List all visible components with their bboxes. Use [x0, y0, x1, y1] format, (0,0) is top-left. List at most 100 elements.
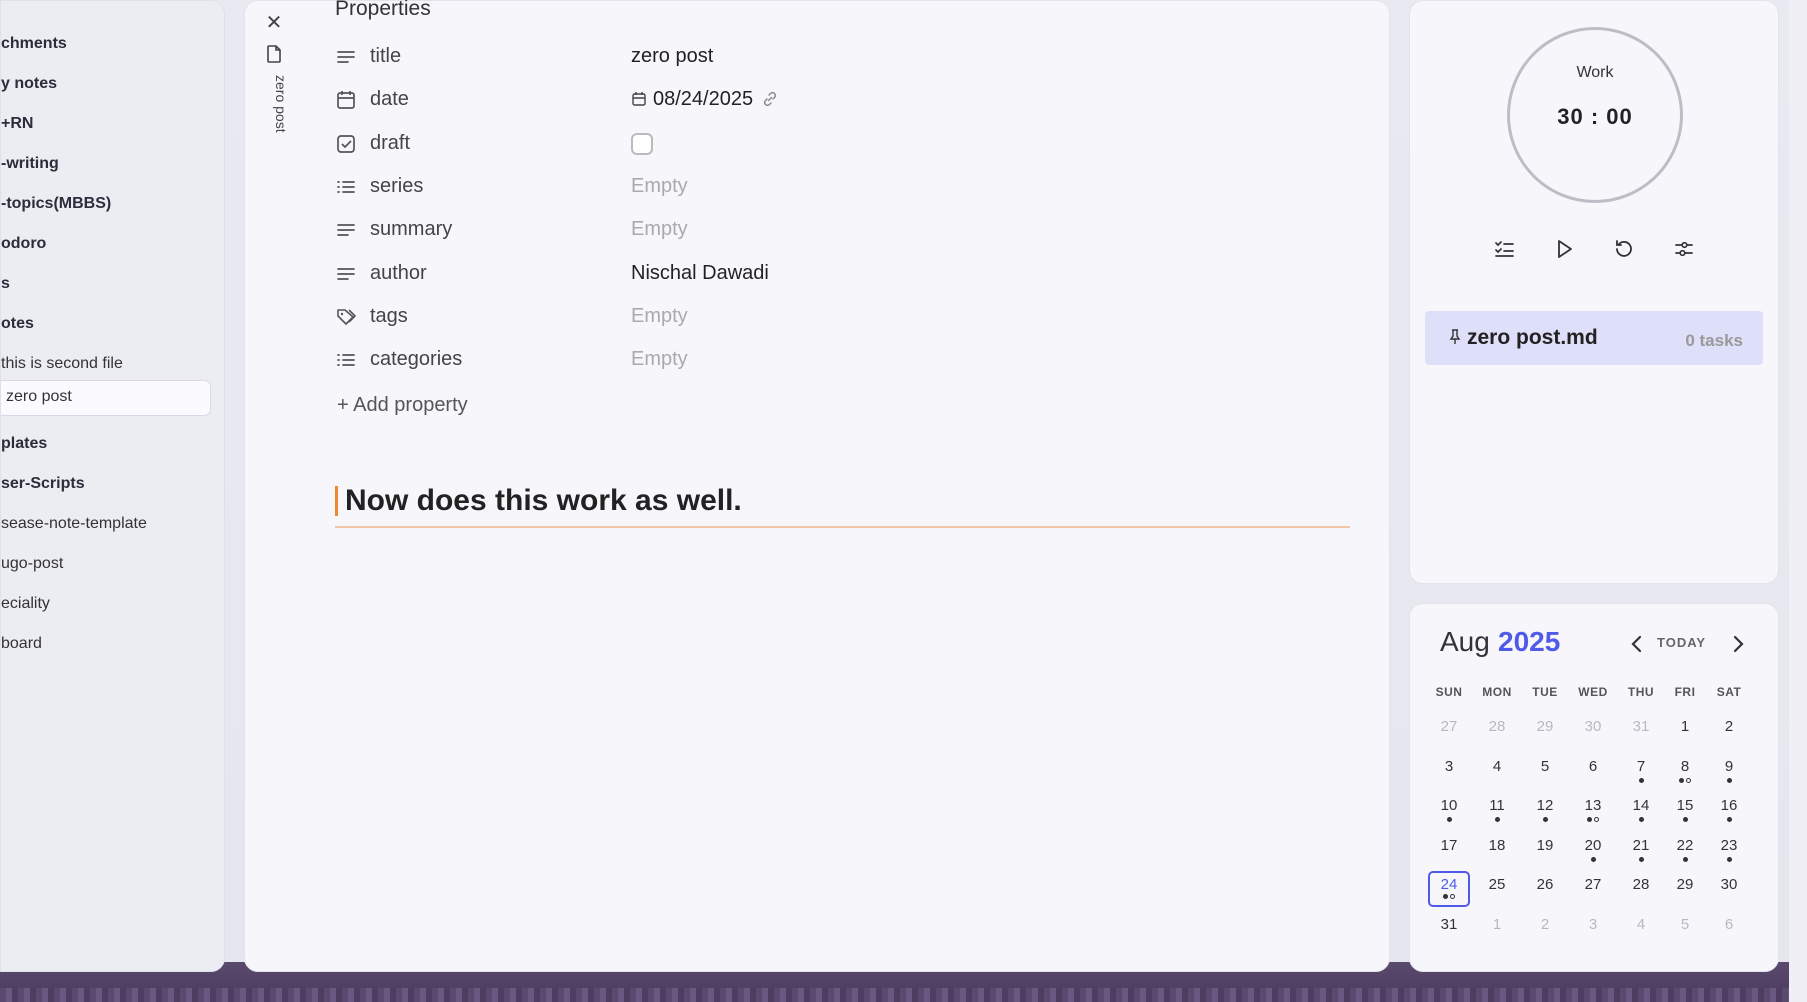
- sidebar-item[interactable]: odoro: [1, 235, 46, 253]
- active-task-file[interactable]: zero post.md 0 tasks: [1425, 311, 1763, 365]
- weekday-header: SAT: [1716, 685, 1742, 699]
- calendar-day[interactable]: 2: [1524, 911, 1566, 947]
- property-value[interactable]: Empty: [631, 305, 688, 328]
- calendar-day[interactable]: 27: [1572, 871, 1614, 907]
- property-value-date[interactable]: 08/24/2025: [631, 88, 779, 111]
- day-number: 24: [1440, 876, 1458, 893]
- calendar-day[interactable]: 4: [1476, 753, 1518, 789]
- sidebar-item[interactable]: plates: [1, 435, 47, 453]
- calendar-day[interactable]: 10: [1428, 792, 1470, 828]
- day-number: 3: [1444, 757, 1454, 775]
- filled-dot: [1446, 817, 1452, 822]
- property-row-series: series Empty: [335, 170, 1035, 204]
- calendar-day[interactable]: 13: [1572, 792, 1614, 828]
- task-list-icon[interactable]: [1490, 235, 1518, 263]
- calendar-day[interactable]: 2: [1708, 713, 1750, 749]
- chevron-right-icon[interactable]: [1728, 632, 1748, 656]
- date-value: 08/24/2025: [653, 88, 754, 111]
- property-value[interactable]: Empty: [631, 175, 688, 198]
- property-key[interactable]: title: [370, 45, 401, 68]
- calendar-day[interactable]: 26: [1524, 871, 1566, 907]
- calendar-day[interactable]: 15: [1664, 792, 1706, 828]
- vertical-tab[interactable]: ✕ zero post: [259, 11, 289, 171]
- calendar-day[interactable]: 30: [1708, 871, 1750, 907]
- property-key[interactable]: series: [370, 175, 423, 198]
- property-key[interactable]: tags: [370, 305, 408, 328]
- play-icon[interactable]: [1550, 235, 1578, 263]
- sidebar-item[interactable]: sease-note-template: [1, 515, 147, 533]
- settings-sliders-icon[interactable]: [1670, 235, 1698, 263]
- calendar-day[interactable]: 27: [1428, 713, 1470, 749]
- property-value[interactable]: Empty: [631, 218, 688, 241]
- calendar-day[interactable]: 1: [1476, 911, 1518, 947]
- calendar-day[interactable]: 31: [1428, 911, 1470, 947]
- calendar-day[interactable]: 29: [1524, 713, 1566, 749]
- sidebar-item[interactable]: otes: [1, 315, 34, 333]
- calendar-day[interactable]: 9: [1708, 753, 1750, 789]
- reset-icon[interactable]: [1610, 235, 1638, 263]
- property-key[interactable]: draft: [370, 132, 410, 155]
- calendar-day[interactable]: 23: [1708, 832, 1750, 868]
- calendar-day[interactable]: 5: [1524, 753, 1566, 789]
- calendar-day[interactable]: 22: [1664, 832, 1706, 868]
- sidebar-item[interactable]: this is second file: [1, 355, 123, 373]
- calendar-day[interactable]: 16: [1708, 792, 1750, 828]
- add-property-button[interactable]: + Add property: [337, 394, 468, 417]
- property-key[interactable]: categories: [370, 348, 462, 371]
- calendar-day[interactable]: 1: [1664, 713, 1706, 749]
- calendar-day[interactable]: 3: [1428, 753, 1470, 789]
- calendar-day[interactable]: 5: [1664, 911, 1706, 947]
- chevron-left-icon[interactable]: [1627, 632, 1647, 656]
- sidebar-item[interactable]: ser-Scripts: [1, 475, 85, 493]
- content-heading[interactable]: Now does this work as well.: [335, 484, 1350, 528]
- day-number: 18: [1488, 836, 1506, 854]
- calendar-day[interactable]: 20: [1572, 832, 1614, 868]
- sidebar-item[interactable]: s: [1, 275, 10, 293]
- calendar-day[interactable]: 11: [1476, 792, 1518, 828]
- calendar-day[interactable]: 31: [1620, 713, 1662, 749]
- calendar-day[interactable]: 6: [1572, 753, 1614, 789]
- calendar-day[interactable]: 8: [1664, 753, 1706, 789]
- today-button[interactable]: TODAY: [1657, 635, 1706, 650]
- property-value[interactable]: zero post: [631, 45, 713, 68]
- calendar-day[interactable]: 7: [1620, 753, 1662, 789]
- sidebar-item[interactable]: +RN: [1, 115, 33, 133]
- calendar-day[interactable]: 29: [1664, 871, 1706, 907]
- text-lines-icon: [335, 219, 357, 241]
- file-explorer-sidebar: chments y notes +RN -writing -topics(MBBS) od…: [0, 0, 225, 972]
- calendar-day[interactable]: 17: [1428, 832, 1470, 868]
- calendar-day[interactable]: 12: [1524, 792, 1566, 828]
- sidebar-item[interactable]: -topics(MBBS): [1, 195, 111, 213]
- day-number: 7: [1636, 757, 1646, 775]
- calendar-day[interactable]: 6: [1708, 911, 1750, 947]
- sidebar-item[interactable]: y notes: [1, 75, 57, 93]
- sidebar-item[interactable]: chments: [1, 35, 67, 53]
- editor-pane: ✕ zero post Properties title zero post dat…: [244, 0, 1390, 972]
- calendar-day-today[interactable]: 24: [1428, 871, 1470, 907]
- calendar-day[interactable]: 3: [1572, 911, 1614, 947]
- property-key[interactable]: author: [370, 262, 427, 285]
- calendar-day[interactable]: 14: [1620, 792, 1662, 828]
- calendar-day[interactable]: 25: [1476, 871, 1518, 907]
- close-icon[interactable]: ✕: [264, 13, 284, 33]
- property-value[interactable]: Nischal Dawadi: [631, 262, 769, 285]
- calendar-day[interactable]: 30: [1572, 713, 1614, 749]
- calendar-day[interactable]: 28: [1476, 713, 1518, 749]
- sidebar-item[interactable]: -writing: [1, 155, 59, 173]
- note-indicator-dots: [1430, 894, 1468, 902]
- filled-dot: [1638, 817, 1644, 822]
- property-key[interactable]: summary: [370, 218, 452, 241]
- calendar-day[interactable]: 19: [1524, 832, 1566, 868]
- calendar-day[interactable]: 21: [1620, 832, 1662, 868]
- sidebar-item[interactable]: board: [1, 635, 42, 653]
- sidebar-item[interactable]: eciality: [1, 595, 50, 613]
- property-value[interactable]: Empty: [631, 348, 688, 371]
- calendar-day[interactable]: 28: [1620, 871, 1662, 907]
- sidebar-item[interactable]: ugo-post: [1, 555, 63, 573]
- draft-checkbox[interactable]: [631, 132, 653, 155]
- sidebar-item-selected[interactable]: zero post: [1, 380, 211, 416]
- calendar-day[interactable]: 18: [1476, 832, 1518, 868]
- calendar-day[interactable]: 4: [1620, 911, 1662, 947]
- property-key[interactable]: date: [370, 88, 409, 111]
- weekday-header: TUE: [1532, 685, 1558, 699]
